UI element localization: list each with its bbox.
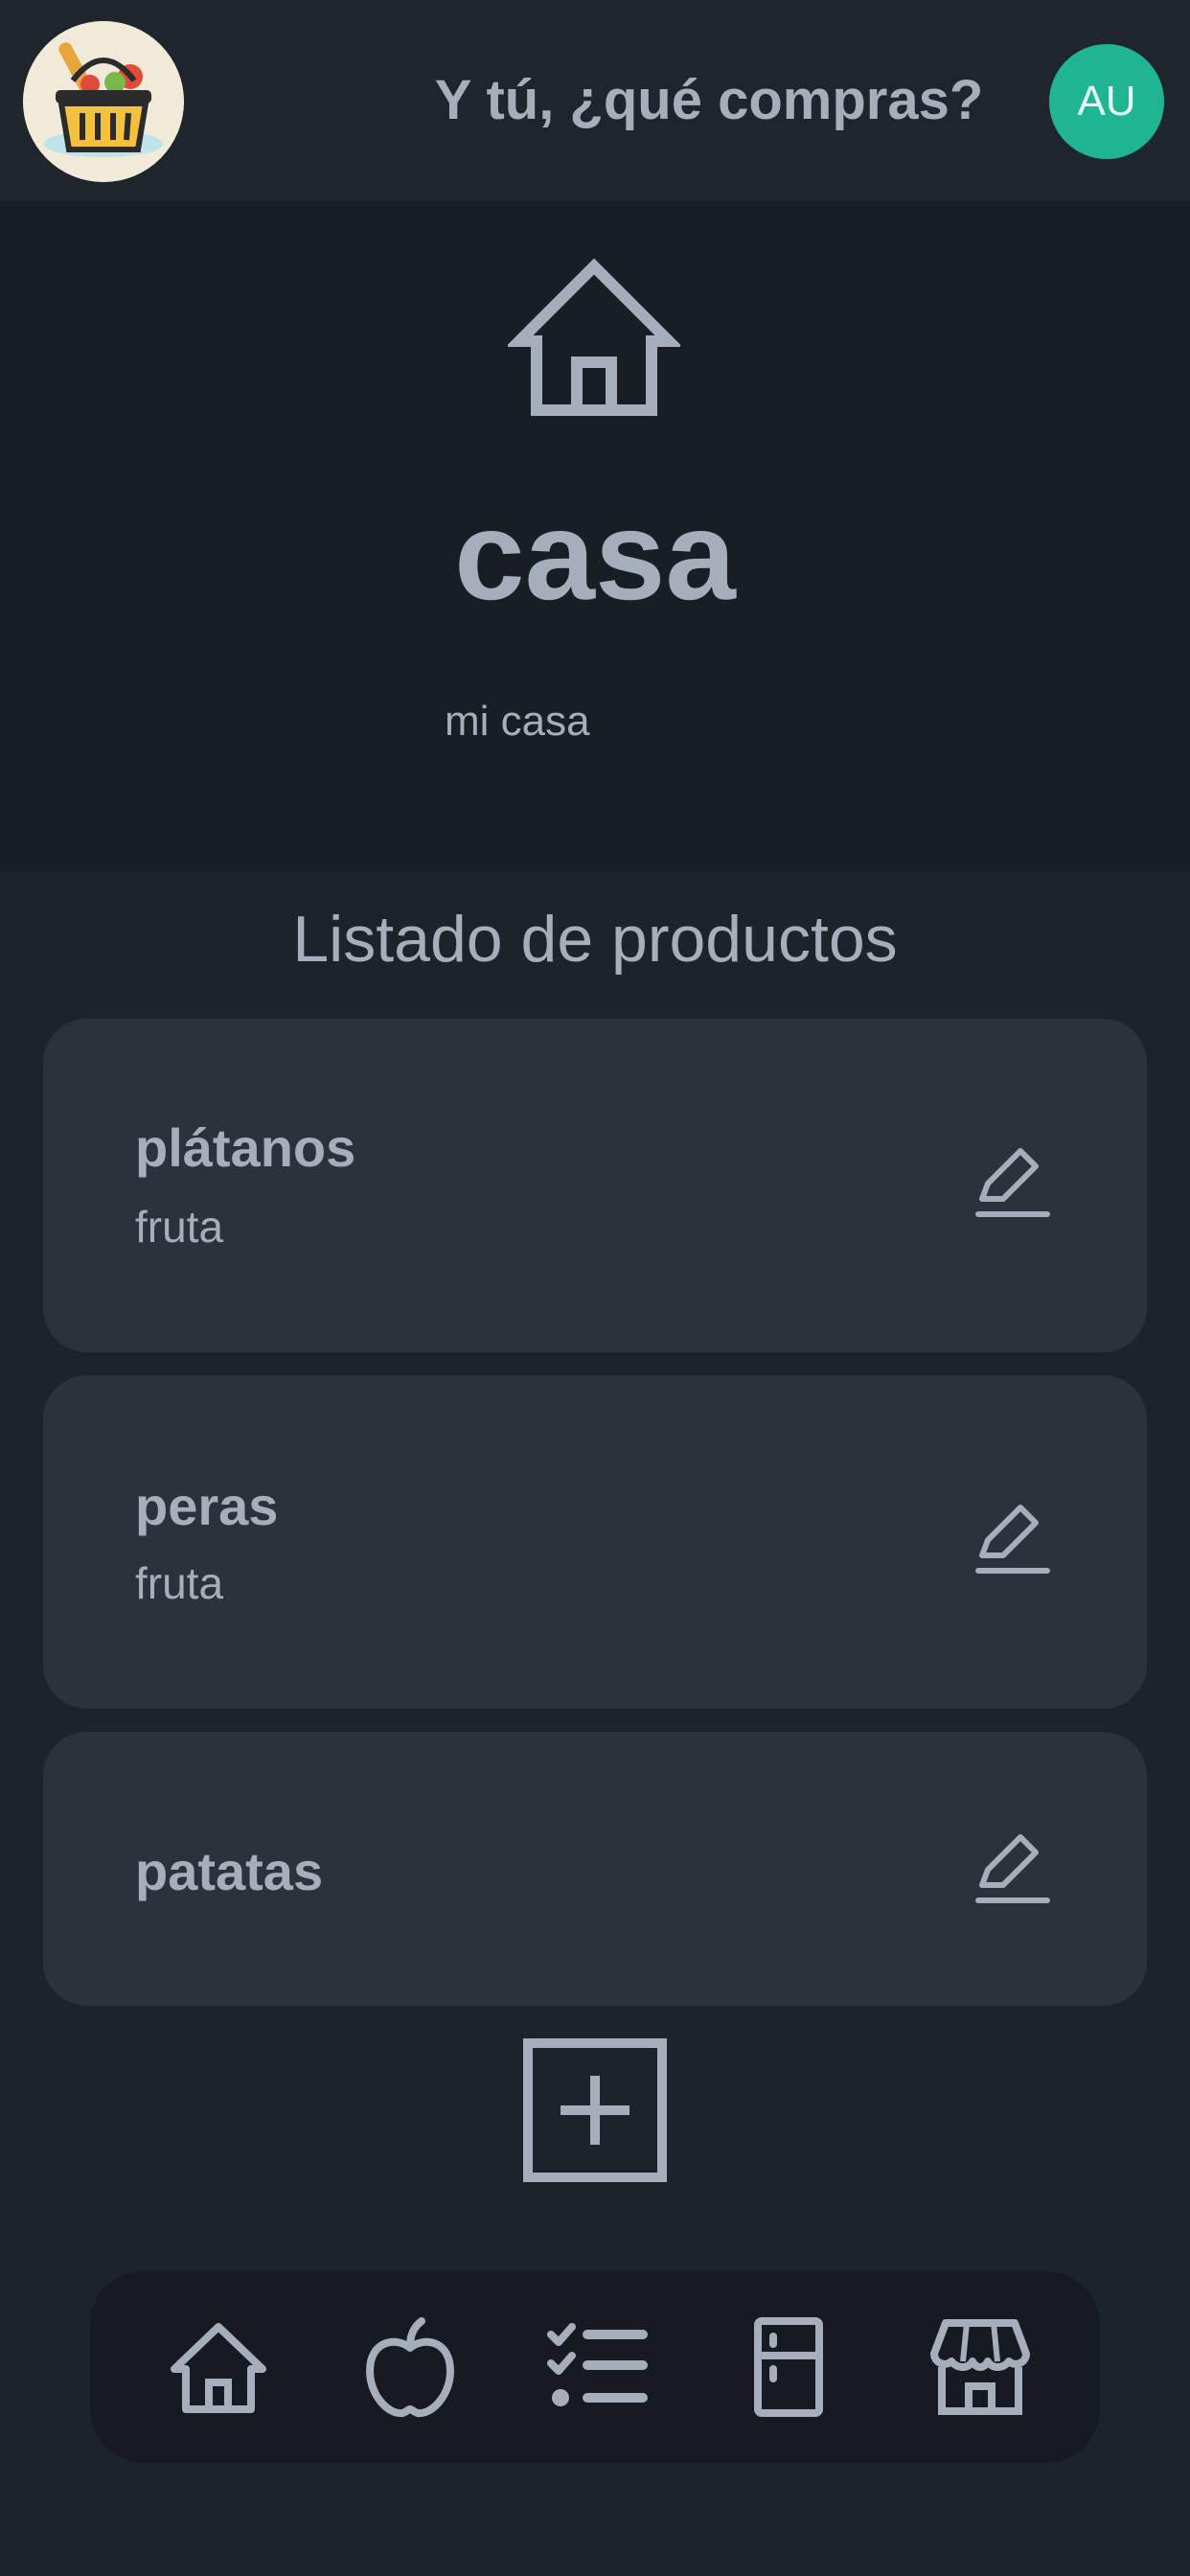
edit-icon[interactable] — [974, 1143, 1051, 1220]
top-bar: Y tú, ¿qué compras? AU — [0, 0, 1190, 201]
product-card[interactable]: patatas — [43, 1732, 1147, 2006]
product-name: peras — [135, 1476, 279, 1536]
store-icon[interactable] — [928, 2315, 1032, 2419]
product-category: fruta — [135, 1558, 224, 1608]
shopping-basket-logo[interactable] — [23, 21, 184, 182]
edit-icon[interactable] — [974, 1500, 1051, 1576]
add-square-icon — [523, 2038, 667, 2182]
add-product-button[interactable] — [522, 2037, 668, 2183]
product-category: fruta — [135, 1202, 224, 1252]
bottom-nav — [90, 2271, 1100, 2463]
product-card[interactable]: plátanos fruta — [43, 1019, 1147, 1352]
list-description: mi casa — [445, 698, 590, 745]
products-heading: Listado de productos — [292, 903, 898, 976]
edit-icon[interactable] — [974, 1829, 1051, 1906]
list-name: casa — [454, 485, 736, 626]
product-card[interactable]: peras fruta — [43, 1375, 1147, 1709]
apple-icon[interactable] — [358, 2315, 462, 2419]
app-title: Y tú, ¿qué compras? — [434, 69, 984, 131]
fridge-icon[interactable] — [737, 2315, 840, 2419]
product-name: patatas — [135, 1841, 324, 1901]
product-name: plátanos — [135, 1117, 356, 1178]
user-avatar[interactable]: AU — [1049, 44, 1164, 159]
home-icon[interactable] — [167, 2315, 270, 2419]
checklist-icon[interactable] — [545, 2315, 649, 2419]
house-icon — [508, 257, 680, 420]
